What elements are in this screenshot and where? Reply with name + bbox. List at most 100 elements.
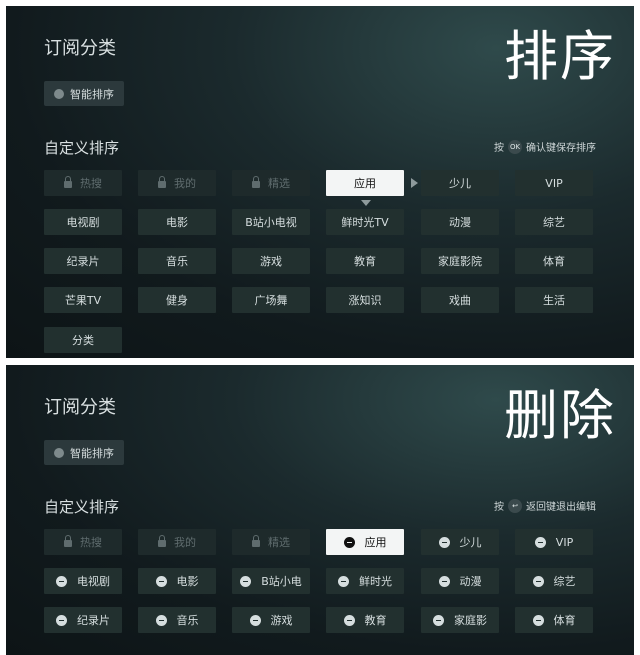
tile-label: 游戏 — [270, 614, 293, 627]
custom-sort-heading: 自定义排序 — [44, 139, 120, 157]
category-tile[interactable]: 鲜时光TV — [326, 209, 404, 235]
remove-icon[interactable] — [155, 575, 167, 587]
mode-label: 排序 — [504, 25, 616, 88]
tile-label: 我的 — [174, 536, 196, 549]
smart-sort-label: 智能排序 — [70, 87, 114, 101]
category-tile[interactable]: 芒果TV — [44, 287, 122, 313]
delete-panel: 订阅分类 删除 智能排序 自定义排序 按 ↩ 返回键退出编辑 热搜 我的 精选 … — [6, 365, 634, 655]
tile-label: 精选 — [268, 177, 290, 190]
hint-suffix: 确认键保存排序 — [526, 143, 596, 154]
remove-icon[interactable] — [438, 575, 450, 587]
remove-icon[interactable] — [532, 614, 544, 626]
tile-label: 教育 — [364, 614, 387, 627]
remove-icon[interactable] — [438, 536, 450, 548]
category-tile-selected[interactable]: 应用 — [326, 529, 404, 555]
page-title: 订阅分类 — [44, 397, 116, 418]
remove-icon[interactable] — [534, 536, 546, 548]
radio-icon — [54, 88, 64, 99]
category-tile[interactable]: 综艺 — [515, 568, 593, 594]
category-tile[interactable]: 动漫 — [421, 568, 499, 594]
tile-label: 电视剧 — [66, 216, 100, 229]
remove-icon[interactable] — [532, 575, 544, 587]
category-tile[interactable]: 分类 — [44, 327, 122, 353]
tile-label: 电影 — [176, 575, 199, 588]
page-title: 订阅分类 — [44, 38, 116, 59]
tile-label: 综艺 — [553, 575, 576, 588]
category-tile-locked: 热搜 — [44, 529, 122, 555]
lock-icon — [252, 534, 260, 547]
remove-icon[interactable] — [343, 536, 355, 548]
category-tile[interactable]: 动漫 — [421, 209, 499, 235]
category-tile[interactable]: 电影 — [138, 209, 216, 235]
smart-sort-toggle[interactable]: 智能排序 — [44, 81, 124, 106]
remove-icon[interactable] — [343, 614, 355, 626]
category-tile[interactable]: 教育 — [326, 248, 404, 274]
category-tile[interactable]: 教育 — [326, 607, 404, 633]
hint-text: 按 OK 确认键保存排序 — [494, 139, 596, 154]
category-tile-selected[interactable]: 应用 — [326, 170, 404, 196]
category-tile[interactable]: 家庭影院 — [421, 248, 499, 274]
tile-label: 分类 — [72, 334, 94, 347]
lock-icon — [64, 534, 72, 547]
category-tile[interactable]: 广场舞 — [232, 287, 310, 313]
radio-icon — [54, 447, 64, 458]
category-tile-locked: 热搜 — [44, 170, 122, 196]
category-tile[interactable]: 游戏 — [232, 607, 310, 633]
remove-icon[interactable] — [56, 575, 67, 587]
category-tile-locked: 我的 — [138, 529, 216, 555]
category-tile[interactable]: 音乐 — [138, 607, 216, 633]
tile-label: 鲜时光TV — [341, 216, 389, 229]
tile-label: 广场舞 — [254, 294, 288, 307]
tile-label: B站小电 — [261, 575, 302, 588]
category-tile[interactable]: 电影 — [138, 568, 216, 594]
remove-icon[interactable] — [56, 614, 67, 626]
tile-label: 家庭影院 — [438, 255, 482, 268]
category-tile[interactable]: 游戏 — [232, 248, 310, 274]
category-tile[interactable]: 纪录片 — [44, 248, 122, 274]
category-tile[interactable]: 综艺 — [515, 209, 593, 235]
remove-icon[interactable] — [433, 614, 444, 626]
category-tile-locked: 我的 — [138, 170, 216, 196]
hint-prefix: 按 — [494, 143, 504, 154]
category-tile[interactable]: B站小电 — [232, 568, 310, 594]
back-key-icon: ↩ — [508, 498, 522, 513]
category-tile[interactable]: 音乐 — [138, 248, 216, 274]
category-tile[interactable]: 生活 — [515, 287, 593, 313]
category-tile[interactable]: VIP — [515, 170, 593, 196]
category-tile[interactable]: 体育 — [515, 248, 593, 274]
category-tile[interactable]: 少儿 — [421, 170, 499, 196]
remove-icon[interactable] — [240, 575, 252, 587]
tile-label: 纪录片 — [66, 255, 100, 268]
remove-icon[interactable] — [338, 575, 349, 587]
category-tile[interactable]: B站小电视 — [232, 209, 310, 235]
lock-icon — [158, 534, 166, 547]
category-tile[interactable]: 健身 — [138, 287, 216, 313]
category-tile[interactable]: 少儿 — [421, 529, 499, 555]
category-tile[interactable]: 纪录片 — [44, 607, 122, 633]
category-tile[interactable]: 电视剧 — [44, 568, 122, 594]
tile-label: 应用 — [354, 177, 376, 190]
lock-icon — [252, 175, 260, 188]
remove-icon[interactable] — [249, 614, 261, 626]
category-tile[interactable]: 戏曲 — [421, 287, 499, 313]
sort-panel: 订阅分类 排序 智能排序 自定义排序 按 OK 确认键保存排序 热搜 我的 精选… — [6, 6, 634, 358]
smart-sort-toggle[interactable]: 智能排序 — [44, 440, 124, 465]
tile-label: 芒果TV — [64, 294, 102, 307]
tile-label: 我的 — [174, 177, 196, 190]
category-tile[interactable]: 体育 — [515, 607, 593, 633]
mode-label: 删除 — [504, 384, 616, 447]
tile-label: 音乐 — [166, 255, 188, 268]
tile-label: 音乐 — [176, 614, 199, 627]
smart-sort-label: 智能排序 — [70, 446, 114, 460]
ok-key-icon: OK — [508, 139, 522, 154]
category-tile[interactable]: 电视剧 — [44, 209, 122, 235]
category-tile[interactable]: 家庭影 — [421, 607, 499, 633]
tile-label: 纪录片 — [77, 614, 110, 627]
custom-sort-heading: 自定义排序 — [44, 498, 120, 516]
category-tile[interactable]: 涨知识 — [326, 287, 404, 313]
remove-icon[interactable] — [155, 614, 167, 626]
category-tile[interactable]: 鲜时光 — [326, 568, 404, 594]
hint-text: 按 ↩ 返回键退出编辑 — [494, 498, 596, 513]
category-tile[interactable]: VIP — [515, 529, 593, 555]
tile-label: 动漫 — [459, 575, 482, 588]
